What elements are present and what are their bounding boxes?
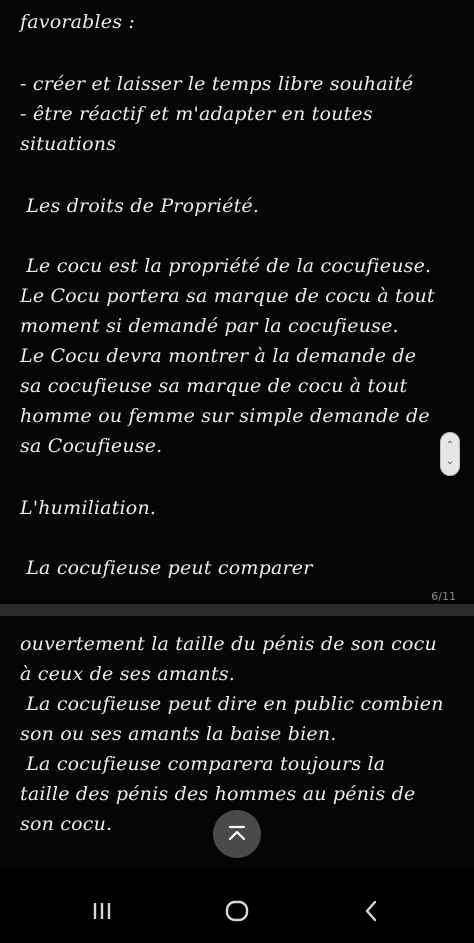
text-line: à ceux de ses amants. <box>20 663 236 685</box>
text-line: sa cocufieuse sa marque de cocu à tout <box>20 375 408 397</box>
back-icon <box>365 900 377 922</box>
page-separator <box>0 604 474 616</box>
text-line: son ou ses amants la baise bien. <box>20 723 337 745</box>
text-line: - créer et laisser le temps libre souhai… <box>20 73 414 95</box>
back-button[interactable] <box>351 896 391 926</box>
navigation-bar <box>0 878 474 943</box>
text-line: situations <box>20 133 117 155</box>
text-line: Le Cocu portera sa marque de cocu à tout <box>20 285 435 307</box>
text-line: La cocufieuse peut comparer <box>20 557 313 579</box>
text-line: Le Cocu devra montrer à la demande de <box>20 345 417 367</box>
section-heading: Les droits de Propriété. <box>20 195 260 217</box>
section-heading: L'humiliation. <box>20 497 157 519</box>
page-indicator: 6/11 <box>431 590 456 603</box>
text-line: homme ou femme sur simple demande de <box>20 405 430 427</box>
recents-icon <box>93 903 111 919</box>
home-icon <box>225 900 249 922</box>
scroll-to-top-button[interactable] <box>213 810 261 858</box>
chevron-down-icon: ⌄ <box>445 456 455 467</box>
document-page-6: favorables : - créer et laisser le temps… <box>0 0 474 604</box>
text-line: - être réactif et m'adapter en toutes <box>20 103 373 125</box>
text-line: moment si demandé par la cocufieuse. <box>20 315 399 337</box>
text-line: sa Cocufieuse. <box>20 435 163 457</box>
text-line: son cocu. <box>20 813 113 835</box>
text-line: favorables : <box>20 11 136 33</box>
fast-scroll-handle[interactable]: ⌃ ⌄ <box>440 432 460 476</box>
text-line: ouvertement la taille du pénis de son co… <box>20 633 437 655</box>
recents-button[interactable] <box>84 896 124 926</box>
arrow-up-to-top-icon <box>228 825 246 841</box>
home-button[interactable] <box>217 896 257 926</box>
text-line: Le cocu est la propriété de la cocufieus… <box>20 255 432 277</box>
chevron-up-icon: ⌃ <box>445 440 455 451</box>
text-line: La cocufieuse comparera toujours la <box>20 753 386 775</box>
text-line: taille des pénis des hommes au pénis de <box>20 783 416 805</box>
text-line: La cocufieuse peut dire en public combie… <box>20 693 444 715</box>
